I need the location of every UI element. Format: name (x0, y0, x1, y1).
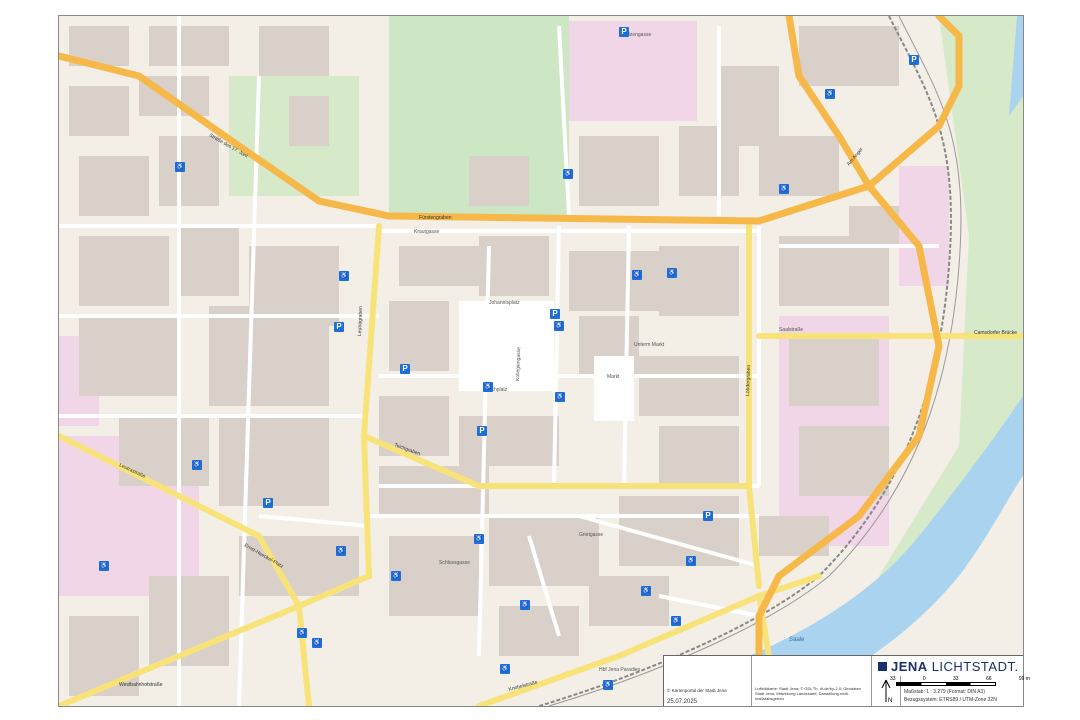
accessible-parking-icon[interactable]: ♿ (99, 561, 109, 571)
scale-text: Maßstab: 1 : 3.279 (Format: DIN A3) (904, 689, 985, 695)
accessible-parking-icon[interactable]: ♿ (500, 664, 510, 674)
accessible-parking-icon[interactable]: ♿ (603, 680, 613, 690)
scale-bar (896, 682, 996, 686)
parking-icon[interactable]: P (909, 55, 919, 65)
accessible-parking-icon[interactable]: ♿ (391, 571, 401, 581)
map-date: 25.07.2025 (667, 699, 698, 705)
crs-text: Bezugssystem: ETRS89 / UTM-Zone 32N (904, 697, 997, 703)
label-westbahnhofstrasse: Westbahnhofstraße (119, 682, 163, 688)
label-leutragraben: Leutragraben (357, 306, 364, 336)
label-saalstrasse: Saalstraße (779, 327, 803, 333)
copyright-cell: © Kartenportal der Stadt Jena 25.07.2025 (664, 656, 752, 706)
map-info-panel: © Kartenportal der Stadt Jena 25.07.2025… (663, 655, 1030, 706)
accessible-parking-icon[interactable]: ♿ (297, 628, 307, 638)
label-jena-paradies: Hbf Jena Paradies (599, 667, 641, 673)
data-sources-text: Luftbildkarte: Stadt Jena; © GDI-Th, dl-… (755, 686, 861, 701)
svg-text:N: N (888, 698, 892, 704)
accessible-parking-icon[interactable]: ♿ (667, 268, 677, 278)
parking-icon[interactable]: P (334, 322, 344, 332)
map-frame[interactable]: Leutragraben Löbdergraben Teichgraben Fü… (58, 15, 1024, 707)
jena-logo: JENA LICHTSTADT. (874, 656, 1027, 676)
parking-icon[interactable]: P (550, 309, 560, 319)
accessible-parking-icon[interactable]: ♿ (555, 392, 565, 402)
label-saale: Saale (789, 637, 805, 643)
accessible-parking-icon[interactable]: ♿ (336, 546, 346, 556)
accessible-parking-icon[interactable]: ♿ (671, 616, 681, 626)
accessible-parking-icon[interactable]: ♿ (779, 184, 789, 194)
accessible-parking-icon[interactable]: ♿ (312, 638, 322, 648)
label-schlossgasse: Schlossgasse (439, 560, 470, 566)
accessible-parking-icon[interactable]: ♿ (632, 270, 642, 280)
scale-tick: 99 m (1018, 676, 1030, 682)
data-sources-cell: Luftbildkarte: Stadt Jena; © GDI-Th, dl-… (752, 656, 872, 706)
label-markt: Markt (607, 374, 620, 380)
label-johannisplatz: Johannisplatz (489, 300, 520, 306)
label-grietgasse: Grietgasse (579, 532, 603, 538)
copyright-text: © Kartenportal der Stadt Jena (667, 688, 727, 693)
accessible-parking-icon[interactable]: ♿ (825, 89, 835, 99)
parking-icon[interactable]: P (703, 511, 713, 521)
accessible-parking-icon[interactable]: ♿ (192, 460, 202, 470)
scale-tick: 33 (890, 676, 896, 682)
accessible-parking-icon[interactable]: ♿ (554, 321, 564, 331)
label-kollegiengasse: Kollegiengasse (515, 347, 522, 381)
parking-icon[interactable]: P (477, 426, 487, 436)
accessible-parking-icon[interactable]: ♿ (483, 382, 493, 392)
label-unterm-markt: Unterm Markt (634, 342, 665, 348)
accessible-parking-icon[interactable]: ♿ (474, 534, 484, 544)
label-camsdorfer-bruecke: Camsdorfer Brücke (974, 330, 1017, 336)
logo-square-icon (878, 661, 887, 671)
accessible-parking-icon[interactable]: ♿ (339, 271, 349, 281)
parking-icon[interactable]: P (400, 364, 410, 374)
label-loebdergraben: Löbdergraben (745, 365, 752, 397)
logo-lichtstadt-text: LICHTSTADT. (931, 658, 1019, 674)
accessible-parking-icon[interactable]: ♿ (520, 600, 530, 610)
map-canvas[interactable]: Leutragraben Löbdergraben Teichgraben Fü… (59, 16, 1023, 706)
logo-jena-text: JENA (891, 658, 928, 674)
parking-icon[interactable]: P (263, 498, 273, 508)
label-fuerstengraben: Fürstengraben (419, 215, 452, 221)
label-krautgasse: Krautgasse (414, 229, 440, 235)
accessible-parking-icon[interactable]: ♿ (641, 586, 651, 596)
accessible-parking-icon[interactable]: ♿ (175, 162, 185, 172)
accessible-parking-icon[interactable]: ♿ (686, 556, 696, 566)
parking-icon[interactable]: P (619, 27, 629, 37)
accessible-parking-icon[interactable]: ♿ (563, 169, 573, 179)
